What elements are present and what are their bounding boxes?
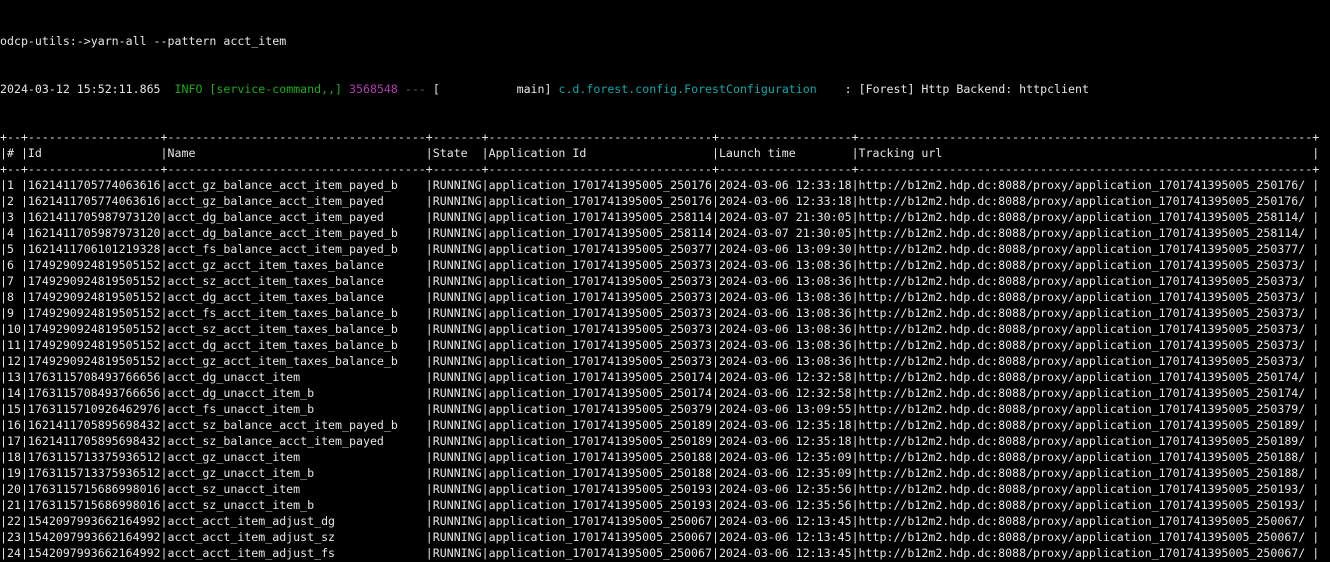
table-row: |18|1763115713375936512|acct_gz_unacct_i… [0,449,1330,465]
yarn-applications-table: +--+-------------------+----------------… [0,129,1330,562]
log-segment-dim: --- [405,82,426,96]
log-segment-default: [ main] [426,82,559,96]
log-segment-magenta: 3568548 [349,82,398,96]
table-row: |6 |1749290924819505152|acct_gz_acct_ite… [0,257,1330,273]
table-header: |# |Id |Name |State |Application Id |Lau… [0,145,1330,161]
table-border: +--+-------------------+----------------… [0,161,1330,177]
table-row: |16|1621411705895698432|acct_sz_balance_… [0,417,1330,433]
table-row: |4 |1621411705987973120|acct_dg_balance_… [0,225,1330,241]
table-row: |10|1749290924819505152|acct_sz_acct_ite… [0,321,1330,337]
log-line: 2024-03-12 15:52:11.865 INFO [service-co… [0,81,1330,97]
log-segment-default: 2024-03-12 15:52:11.865 [0,82,168,96]
table-row: |14|1763115708493766656|acct_dg_unacct_i… [0,385,1330,401]
table-row: |3 |1621411705987973120|acct_dg_balance_… [0,209,1330,225]
table-row: |15|1763115710926462976|acct_fs_unacct_i… [0,401,1330,417]
table-row: |12|1749290924819505152|acct_gz_acct_ite… [0,353,1330,369]
table-row: |5 |1621411706101219328|acct_fs_balance_… [0,241,1330,257]
table-row: |20|1763115715686998016|acct_sz_unacct_i… [0,481,1330,497]
table-border: +--+-------------------+----------------… [0,129,1330,145]
table-row: |2 |1621411705774063616|acct_gz_balance_… [0,193,1330,209]
table-row: |8 |1749290924819505152|acct_dg_acct_ite… [0,289,1330,305]
command-line: odcp-utils:->yarn-all --pattern acct_ite… [0,33,1330,49]
table-row: |11|1749290924819505152|acct_dg_acct_ite… [0,337,1330,353]
log-segment-cyan: c.d.forest.config.ForestConfiguration [558,82,816,96]
terminal-screen[interactable]: odcp-utils:->yarn-all --pattern acct_ite… [0,0,1330,562]
log-segment-green: INFO [service-command,,] [168,82,343,96]
table-row: |22|1542097993662164992|acct_acct_item_a… [0,513,1330,529]
log-segment-default [342,82,349,96]
table-row: |23|1542097993662164992|acct_acct_item_a… [0,529,1330,545]
table-row: |1 |1621411705774063616|acct_gz_balance_… [0,177,1330,193]
table-row: |7 |1749290924819505152|acct_sz_acct_ite… [0,273,1330,289]
table-row: |24|1542097993662164992|acct_acct_item_a… [0,545,1330,561]
table-row: |13|1763115708493766656|acct_dg_unacct_i… [0,369,1330,385]
table-row: |9 |1749290924819505152|acct_fs_acct_ite… [0,305,1330,321]
table-row: |19|1763115713375936512|acct_gz_unacct_i… [0,465,1330,481]
log-segment-default: : [Forest] Http Backend: httpclient [817,82,1089,96]
log-segment-default [398,82,405,96]
table-row: |21|1763115715686998016|acct_sz_unacct_i… [0,497,1330,513]
table-row: |17|1621411705895698432|acct_sz_balance_… [0,433,1330,449]
